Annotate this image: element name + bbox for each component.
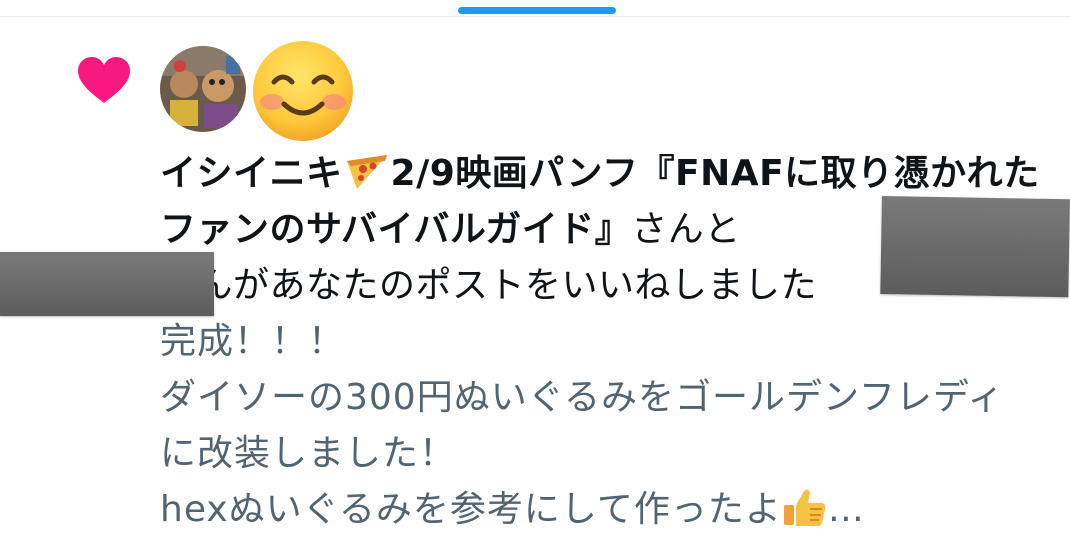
pizza-icon <box>346 155 387 189</box>
pull-indicator[interactable] <box>458 7 616 14</box>
avatar[interactable] <box>250 38 356 144</box>
thumbs-up-icon <box>783 489 826 526</box>
avatar-photo-icon <box>160 46 246 132</box>
connector-text: さんと <box>631 209 741 250</box>
user-name-prefix: イシイニキ <box>160 153 343 194</box>
avatar[interactable] <box>160 46 246 132</box>
smiling-face-icon <box>253 41 353 141</box>
heart-icon <box>78 57 130 103</box>
post-preview[interactable]: 完成！！！ ダイソーの300円ぬいぐるみをゴールデンフレディに改装しました！ h… <box>160 314 1040 538</box>
preview-line: ダイソーの300円ぬいぐるみをゴールデンフレディに改装しました！ <box>160 377 1005 474</box>
redaction-block <box>0 252 214 316</box>
preview-line: 完成！！！ <box>160 321 346 362</box>
notification-action-text: さんがあなたのポストをいいねしました <box>160 265 818 306</box>
preview-line: hexぬいぐるみを参考にして作ったよ … <box>160 482 1040 538</box>
preview-ellipsis: … <box>827 489 865 530</box>
preview-line-text: hexぬいぐるみを参考にして作ったよ <box>160 489 782 530</box>
redaction-block <box>880 196 1070 298</box>
